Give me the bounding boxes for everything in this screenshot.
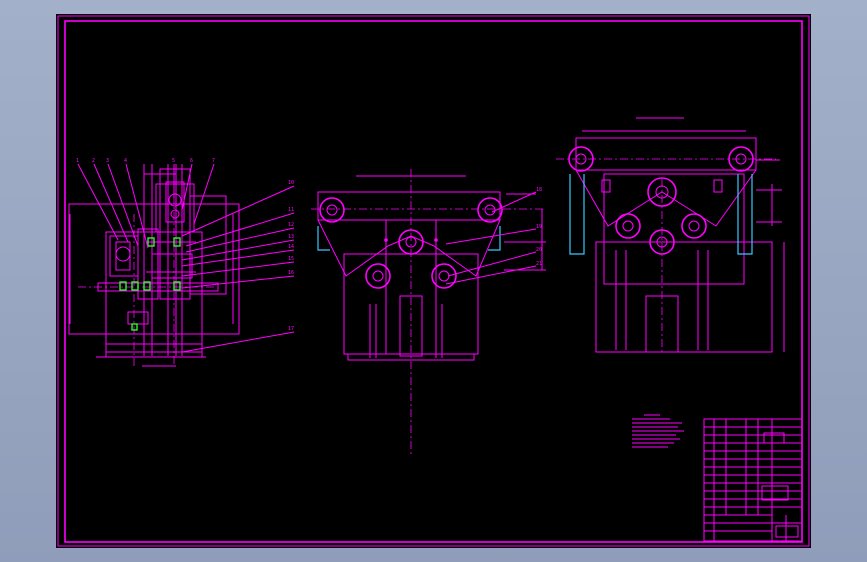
balloon-5: 5	[172, 158, 175, 164]
cad-viewport[interactable]: 1 2 3 4 5 6 7 10 11 12 13 14 15 16 17 18…	[0, 0, 867, 562]
balloon-18: 18	[536, 187, 542, 193]
balloon-15: 15	[288, 256, 294, 262]
balloon-7: 7	[212, 158, 215, 164]
balloon-4: 4	[124, 158, 127, 164]
balloon-11: 11	[288, 207, 294, 213]
technical-notes	[632, 414, 684, 448]
front-view	[311, 169, 546, 454]
balloon-17: 17	[288, 326, 294, 332]
balloon-1: 1	[76, 158, 79, 164]
balloon-10: 10	[288, 180, 294, 186]
balloon-12: 12	[288, 222, 294, 228]
balloon-20: 20	[536, 247, 542, 253]
cad-drawing: 1 2 3 4 5 6 7 10 11 12 13 14 15 16 17 18…	[57, 15, 810, 547]
right-view	[556, 117, 785, 354]
balloon-6: 6	[190, 158, 193, 164]
balloon-19: 19	[536, 224, 542, 230]
balloons-middle: 18 19 20 21	[536, 187, 542, 267]
balloon-21: 21	[536, 261, 542, 267]
balloon-3: 3	[106, 158, 109, 164]
balloon-2: 2	[92, 158, 95, 164]
title-block	[703, 418, 803, 542]
balloon-13: 13	[288, 234, 294, 240]
balloon-16: 16	[288, 270, 294, 276]
drawing-sheet: 1 2 3 4 5 6 7 10 11 12 13 14 15 16 17 18…	[56, 14, 811, 548]
balloon-14: 14	[288, 244, 294, 250]
